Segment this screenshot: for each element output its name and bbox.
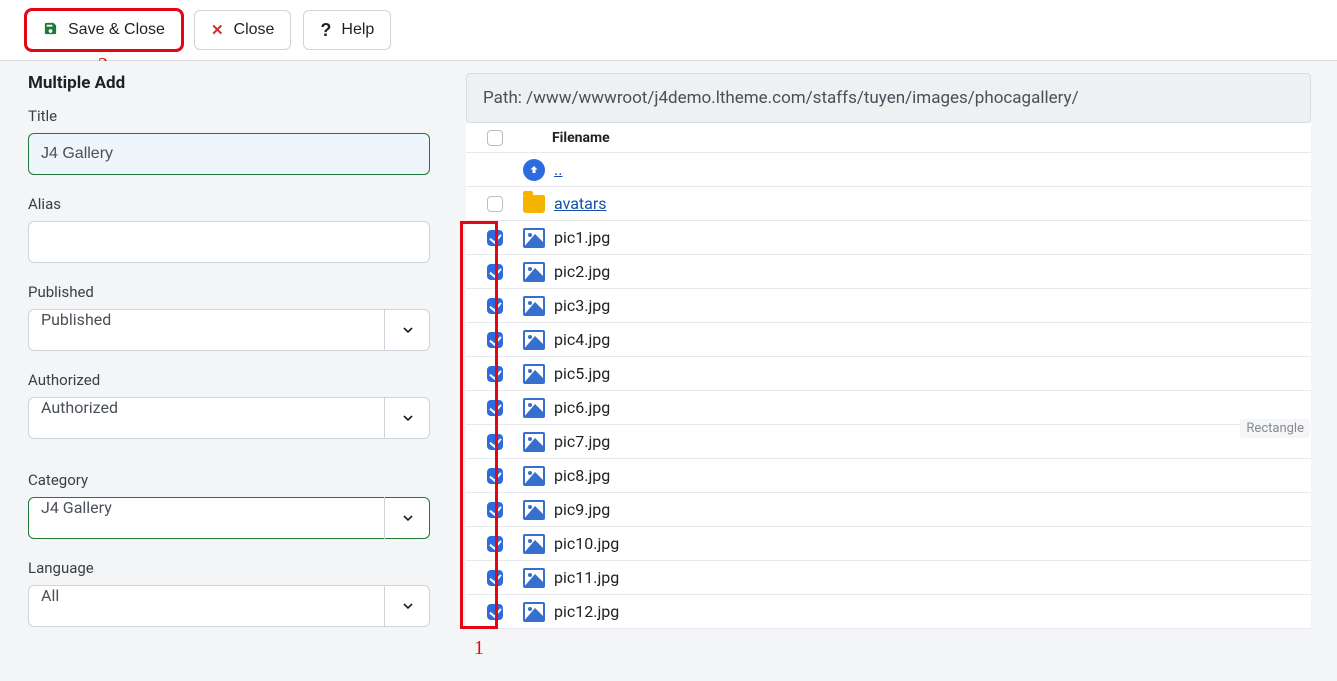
file-row: avatars xyxy=(466,187,1311,221)
file-row: pic1.jpg xyxy=(466,221,1311,255)
file-checkbox[interactable] xyxy=(487,332,503,348)
close-icon: ✕ xyxy=(211,21,224,39)
image-icon xyxy=(518,500,550,520)
file-checkbox[interactable] xyxy=(487,196,503,212)
file-name: pic10.jpg xyxy=(550,534,1305,553)
section-heading: Multiple Add xyxy=(28,73,430,93)
file-row: pic4.jpg xyxy=(466,323,1311,357)
title-label: Title xyxy=(28,107,430,125)
image-icon xyxy=(518,398,550,418)
file-table-header: Filename xyxy=(466,123,1311,153)
sidebar-form: Multiple Add Title Alias Published Publi… xyxy=(0,73,444,681)
alias-input[interactable] xyxy=(28,221,430,263)
toolbar: Save & Close ✕ Close ? Help 2 xyxy=(0,0,1337,61)
save-close-label: Save & Close xyxy=(68,21,165,39)
rectangle-tooltip: Rectangle xyxy=(1240,419,1310,438)
image-icon xyxy=(518,602,550,622)
path-bar: Path: /www/wwwroot/j4demo.ltheme.com/sta… xyxy=(466,73,1311,123)
file-row: pic5.jpg xyxy=(466,357,1311,391)
file-checkbox[interactable] xyxy=(487,604,503,620)
file-name: pic11.jpg xyxy=(550,568,1305,587)
image-icon xyxy=(518,262,550,282)
image-icon xyxy=(518,466,550,486)
file-row: pic10.jpg xyxy=(466,527,1311,561)
help-button[interactable]: ? Help xyxy=(303,10,391,50)
category-select[interactable]: J4 Gallery xyxy=(28,497,430,539)
image-icon xyxy=(518,330,550,350)
title-input[interactable] xyxy=(28,133,430,175)
image-icon xyxy=(518,364,550,384)
file-checkbox[interactable] xyxy=(487,536,503,552)
field-category: Category J4 Gallery xyxy=(28,471,430,539)
file-name: pic9.jpg xyxy=(550,500,1305,519)
file-checkbox[interactable] xyxy=(487,366,503,382)
file-name: pic8.jpg xyxy=(550,466,1305,485)
published-select[interactable]: Published xyxy=(28,309,430,351)
published-label: Published xyxy=(28,283,430,301)
file-row: pic11.jpg xyxy=(466,561,1311,595)
file-name: pic7.jpg xyxy=(550,432,1305,451)
help-icon: ? xyxy=(320,20,331,41)
file-checkbox[interactable] xyxy=(487,298,503,314)
file-row: pic9.jpg xyxy=(466,493,1311,527)
field-language: Language All xyxy=(28,559,430,627)
folder-icon xyxy=(518,195,550,213)
up-icon xyxy=(518,159,550,181)
file-name: pic6.jpg xyxy=(550,398,1305,417)
file-checkbox[interactable] xyxy=(487,468,503,484)
file-name: pic3.jpg xyxy=(550,296,1305,315)
image-icon xyxy=(518,568,550,588)
file-name: pic1.jpg xyxy=(550,228,1305,247)
file-row: .. xyxy=(466,153,1311,187)
file-panel: Path: /www/wwwroot/j4demo.ltheme.com/sta… xyxy=(444,73,1337,681)
file-checkbox[interactable] xyxy=(487,502,503,518)
file-name[interactable]: .. xyxy=(550,160,1305,179)
file-row: pic7.jpg xyxy=(466,425,1311,459)
header-filename: Filename xyxy=(550,130,1305,146)
category-label: Category xyxy=(28,471,430,489)
image-icon xyxy=(518,228,550,248)
file-checkbox[interactable] xyxy=(487,434,503,450)
authorized-select[interactable]: Authorized xyxy=(28,397,430,439)
image-icon xyxy=(518,432,550,452)
save-close-button[interactable]: Save & Close xyxy=(26,10,182,50)
file-name[interactable]: avatars xyxy=(550,194,1305,213)
image-icon xyxy=(518,534,550,554)
field-authorized: Authorized Authorized xyxy=(28,371,430,439)
file-name: pic4.jpg xyxy=(550,330,1305,349)
alias-label: Alias xyxy=(28,195,430,213)
close-label: Close xyxy=(234,21,275,39)
close-button[interactable]: ✕ Close xyxy=(194,10,291,50)
field-title: Title xyxy=(28,107,430,175)
file-checkbox[interactable] xyxy=(487,230,503,246)
file-table: Filename .. avatars pic1.jpg pic2.jpg pic3.j… xyxy=(466,123,1311,629)
file-name: pic12.jpg xyxy=(550,602,1305,621)
save-icon xyxy=(43,21,58,40)
file-row: pic2.jpg xyxy=(466,255,1311,289)
file-row: pic8.jpg xyxy=(466,459,1311,493)
file-name: pic5.jpg xyxy=(550,364,1305,383)
file-row: pic6.jpg xyxy=(466,391,1311,425)
file-checkbox[interactable] xyxy=(487,400,503,416)
language-label: Language xyxy=(28,559,430,577)
language-select[interactable]: All xyxy=(28,585,430,627)
file-row: pic12.jpg xyxy=(466,595,1311,629)
main-area: Multiple Add Title Alias Published Publi… xyxy=(0,61,1337,681)
field-published: Published Published xyxy=(28,283,430,351)
annotation-1: 1 xyxy=(474,637,484,660)
file-name: pic2.jpg xyxy=(550,262,1305,281)
field-alias: Alias xyxy=(28,195,430,263)
file-row: pic3.jpg xyxy=(466,289,1311,323)
authorized-label: Authorized xyxy=(28,371,430,389)
file-checkbox[interactable] xyxy=(487,570,503,586)
image-icon xyxy=(518,296,550,316)
help-label: Help xyxy=(341,21,374,39)
file-checkbox[interactable] xyxy=(487,264,503,280)
select-all-checkbox[interactable] xyxy=(487,130,503,146)
